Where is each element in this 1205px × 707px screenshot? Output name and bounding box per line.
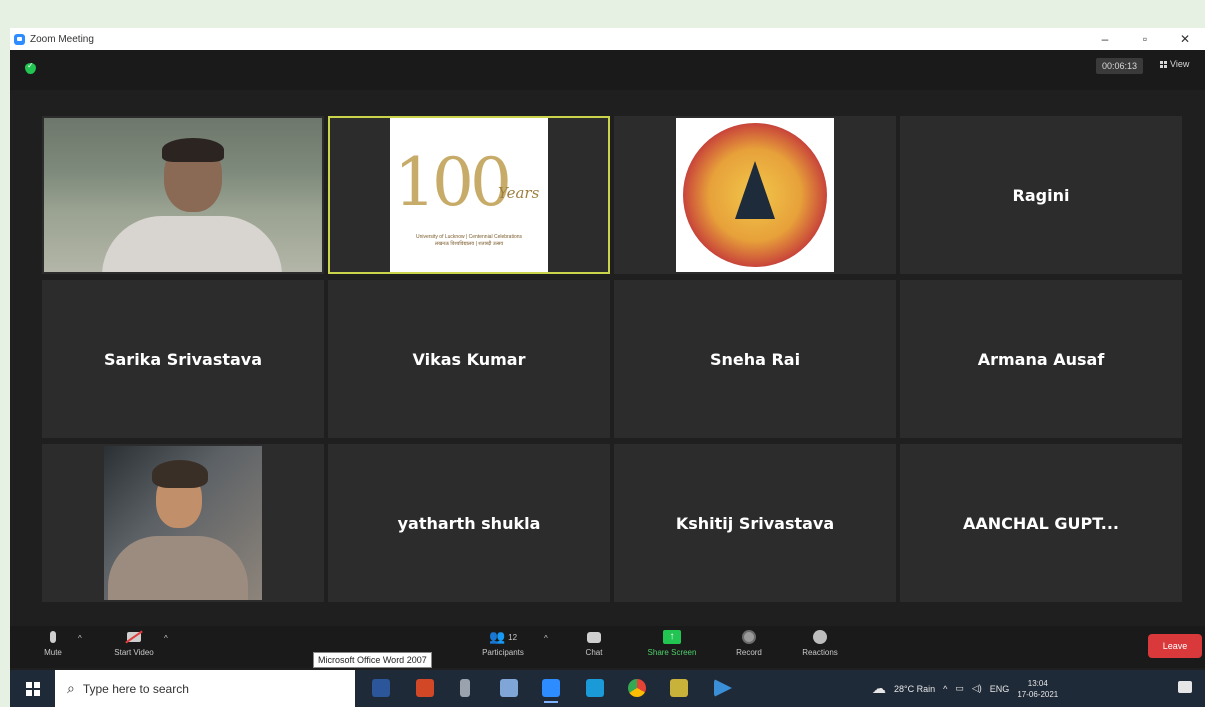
participant-tile[interactable]: Armana Ausaf bbox=[900, 280, 1182, 438]
audio-options-caret-icon[interactable]: ^ bbox=[78, 634, 82, 643]
participant-tile[interactable]: yatharth shukla bbox=[328, 444, 610, 602]
taskbar-search-box[interactable]: ⌕ Type here to search bbox=[55, 670, 355, 707]
network-icon[interactable]: ▭ bbox=[955, 683, 964, 694]
volume-icon[interactable]: ◁) bbox=[972, 683, 982, 694]
participant-name: AANCHAL GUPT... bbox=[962, 513, 1119, 533]
minimize-button[interactable]: – bbox=[1085, 32, 1125, 46]
meeting-timer: 00:06:13 bbox=[1096, 58, 1144, 74]
meeting-control-bar: Mute ^ Start Video ^ 👥 12 Participants ^ … bbox=[10, 626, 1205, 668]
gallery-grid: 100 Years University of Lucknow | Centen… bbox=[42, 116, 1183, 602]
windows-start-icon[interactable] bbox=[26, 682, 40, 696]
reactions-icon bbox=[813, 630, 827, 644]
search-placeholder: Type here to search bbox=[82, 681, 189, 696]
participant-tile[interactable]: Vikas Kumar bbox=[328, 280, 610, 438]
mute-button[interactable]: Mute bbox=[36, 626, 70, 657]
app-icon[interactable] bbox=[670, 679, 688, 697]
windows-taskbar: ⌕ Type here to search ☁ 28°C Rain ^ ▭ ◁)… bbox=[10, 670, 1205, 707]
search-icon: ⌕ bbox=[67, 680, 75, 696]
video-off-icon bbox=[127, 632, 141, 642]
taskbar-tooltip: Microsoft Office Word 2007 bbox=[313, 652, 432, 668]
meeting-top-bar: 00:06:13 View bbox=[10, 50, 1205, 90]
usb-icon[interactable] bbox=[460, 679, 470, 697]
chat-icon bbox=[587, 631, 601, 643]
participant-tile[interactable]: Sarika Srivastava bbox=[42, 280, 324, 438]
university-emblem-image bbox=[676, 118, 834, 272]
store-icon[interactable] bbox=[586, 679, 604, 697]
participant-tile-video[interactable] bbox=[42, 116, 324, 274]
view-label: View bbox=[1170, 59, 1190, 69]
zoom-icon[interactable] bbox=[542, 679, 560, 703]
participant-video bbox=[44, 118, 322, 272]
participant-tile[interactable]: AANCHAL GUPT... bbox=[900, 444, 1182, 602]
participant-tile-photo[interactable] bbox=[42, 444, 324, 602]
participant-name: Kshitij Srivastava bbox=[675, 513, 835, 533]
close-button[interactable]: ✕ bbox=[1165, 32, 1205, 46]
language-indicator[interactable]: ENG bbox=[990, 684, 1010, 694]
participants-icon: 👥 bbox=[488, 629, 506, 644]
participant-name: Sarika Srivastava bbox=[103, 349, 263, 369]
chat-button[interactable]: Chat bbox=[578, 626, 610, 657]
reactions-button[interactable]: Reactions bbox=[794, 626, 846, 657]
notification-icon[interactable] bbox=[1178, 681, 1192, 693]
grid-view-icon bbox=[1160, 60, 1167, 68]
participant-tile-emblem[interactable] bbox=[614, 116, 896, 274]
zoom-logo-icon bbox=[14, 33, 25, 45]
participant-count: 12 bbox=[508, 632, 518, 642]
word-icon[interactable] bbox=[372, 679, 390, 697]
view-button[interactable]: View bbox=[1160, 59, 1189, 69]
video-options-caret-icon[interactable]: ^ bbox=[164, 634, 168, 643]
start-video-button[interactable]: Start Video bbox=[104, 626, 164, 657]
participant-name: Vikas Kumar bbox=[412, 349, 526, 369]
participant-tile[interactable]: Ragini bbox=[900, 116, 1182, 274]
display-icon[interactable] bbox=[500, 679, 518, 697]
participants-caret-icon[interactable]: ^ bbox=[544, 634, 548, 643]
arrow-app-icon[interactable] bbox=[714, 679, 732, 697]
powerpoint-icon[interactable] bbox=[416, 679, 434, 697]
chrome-icon[interactable] bbox=[628, 679, 646, 697]
title-bar: Zoom Meeting – ▫ ✕ bbox=[10, 28, 1205, 50]
weather-text[interactable]: 28°C Rain bbox=[894, 684, 935, 694]
share-screen-icon: ↑ bbox=[663, 630, 681, 644]
participant-name: yatharth shukla bbox=[397, 513, 541, 533]
system-tray: ☁ 28°C Rain ^ ▭ ◁) ENG 13:04 17-06-2021 bbox=[872, 670, 1058, 707]
microphone-icon bbox=[50, 631, 56, 643]
participant-profile-photo bbox=[104, 446, 262, 600]
participant-tile-active-speaker[interactable]: 100 Years University of Lucknow | Centen… bbox=[328, 116, 610, 274]
encryption-shield-icon[interactable] bbox=[25, 61, 36, 74]
clock[interactable]: 13:04 17-06-2021 bbox=[1017, 678, 1058, 700]
participant-name: Armana Ausaf bbox=[977, 349, 1105, 369]
zoom-window: Zoom Meeting – ▫ ✕ 00:06:13 View 100 Yea… bbox=[10, 28, 1205, 707]
university-centennial-logo: 100 Years University of Lucknow | Centen… bbox=[390, 118, 548, 272]
weather-rain-icon: ☁ bbox=[872, 680, 886, 696]
participant-name: Sneha Rai bbox=[709, 349, 801, 369]
window-controls: – ▫ ✕ bbox=[1085, 32, 1205, 46]
record-icon bbox=[742, 630, 756, 644]
record-button[interactable]: Record bbox=[728, 626, 770, 657]
leave-button[interactable]: Leave bbox=[1148, 634, 1202, 658]
window-title: Zoom Meeting bbox=[30, 33, 94, 45]
share-screen-button[interactable]: ↑ Share Screen bbox=[638, 626, 706, 657]
restore-button[interactable]: ▫ bbox=[1125, 32, 1165, 46]
participant-tile[interactable]: Kshitij Srivastava bbox=[614, 444, 896, 602]
participant-name: Ragini bbox=[1012, 185, 1070, 205]
show-hidden-icons-icon[interactable]: ^ bbox=[943, 684, 947, 694]
participants-button[interactable]: 👥 12 Participants bbox=[472, 626, 534, 657]
participant-tile[interactable]: Sneha Rai bbox=[614, 280, 896, 438]
